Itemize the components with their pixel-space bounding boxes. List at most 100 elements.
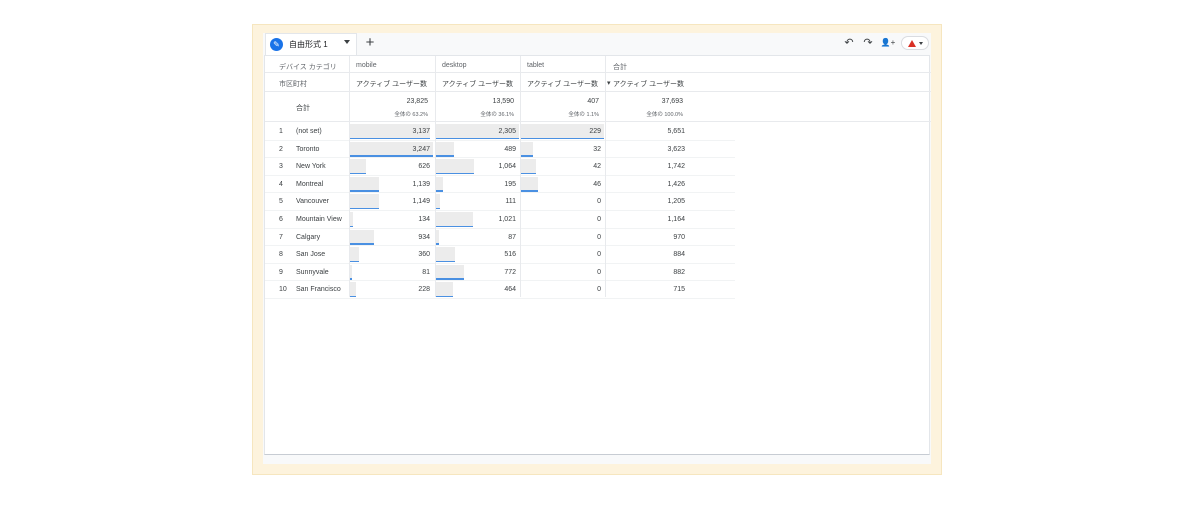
city-cell: Calgary xyxy=(296,233,321,241)
value-cell: 970 xyxy=(673,233,685,241)
total-share: 全体の 63.2% xyxy=(394,112,428,118)
value-bar xyxy=(350,176,380,192)
tab-freeform-1[interactable]: ✎ 自由形式 1 xyxy=(265,33,357,55)
table-row[interactable]: 1 (not set) 3,137 2,305 229 5,651 xyxy=(265,123,931,141)
value-bar xyxy=(436,159,475,174)
grid-line xyxy=(265,280,735,282)
row-index: 10 xyxy=(279,286,287,294)
value-cell: 46 xyxy=(593,180,601,188)
value-bar xyxy=(521,159,537,174)
value-cell: 3,137 xyxy=(412,128,430,135)
value-cell: 87 xyxy=(508,233,516,241)
share-user-icon[interactable]: 👤+ xyxy=(880,36,896,50)
value-bar xyxy=(350,247,360,262)
table-row[interactable]: 8 San Jose 360 516 0 884 xyxy=(265,246,931,264)
chevron-down-icon[interactable] xyxy=(344,40,350,44)
value-bar xyxy=(521,141,533,157)
value-cell: 1,064 xyxy=(498,163,516,171)
grid-line xyxy=(435,56,436,297)
value-cell: 81 xyxy=(422,268,430,276)
value-bar xyxy=(350,229,374,245)
city-cell: Vancouver xyxy=(296,198,329,206)
value-bar xyxy=(350,194,380,209)
value-cell: 1,742 xyxy=(667,163,685,171)
value-bar xyxy=(436,264,464,280)
value-cell: 229 xyxy=(589,128,601,135)
table-row[interactable]: 2 Toronto 3,247 489 32 3,623 xyxy=(265,141,931,159)
table-row[interactable]: 4 Montreal 1,139 195 46 1,426 xyxy=(265,176,931,194)
grid-line xyxy=(265,121,931,122)
grid-line xyxy=(265,192,735,194)
value-cell: 360 xyxy=(418,251,430,259)
add-tab-button[interactable]: + xyxy=(361,34,379,52)
metric-header-total[interactable]: アクティブ ユーザー数 xyxy=(613,79,684,89)
value-cell: 228 xyxy=(418,286,430,294)
grid-line xyxy=(265,210,735,211)
table-row[interactable]: 7 Calgary 934 87 0 970 xyxy=(265,229,931,247)
row-dimension-header[interactable]: 市区町村 xyxy=(279,79,307,89)
grid-line xyxy=(265,157,735,159)
table-row[interactable]: 3 New York 626 1,064 42 1,742 xyxy=(265,158,931,176)
value-cell: 32 xyxy=(593,145,601,153)
row-index: 6 xyxy=(279,216,283,223)
value-cell: 0 xyxy=(597,216,601,223)
undo-icon[interactable]: ↶ xyxy=(842,36,856,50)
value-cell: 626 xyxy=(418,163,430,171)
value-cell: 1,139 xyxy=(412,180,430,188)
total-share: 全体の 36.1% xyxy=(480,112,514,118)
metric-header-tablet[interactable]: アクティブ ユーザー数 xyxy=(527,79,598,89)
screenshot-frame: ✎ 自由形式 1 + ↶ ↷ 👤+ デバイス カテゴリ mobile deskt… xyxy=(252,24,942,475)
value-cell: 516 xyxy=(504,251,516,259)
value-cell: 715 xyxy=(673,286,685,294)
city-cell: San Francisco xyxy=(296,286,341,294)
pencil-icon: ✎ xyxy=(270,38,283,51)
total-value: 23,825 xyxy=(406,98,428,105)
grid-line xyxy=(349,56,350,297)
exploration-panel: ✎ 自由形式 1 + ↶ ↷ 👤+ デバイス カテゴリ mobile deskt… xyxy=(263,33,931,464)
table-row[interactable]: 5 Vancouver 1,149 111 0 1,205 xyxy=(265,193,931,211)
row-index: 5 xyxy=(279,198,283,206)
warning-button[interactable] xyxy=(901,36,929,50)
column-header-desktop[interactable]: desktop xyxy=(442,62,467,69)
column-header-tablet[interactable]: tablet xyxy=(527,62,544,69)
metric-header-desktop[interactable]: アクティブ ユーザー数 xyxy=(442,79,513,89)
value-cell: 772 xyxy=(504,268,516,276)
value-bar xyxy=(350,212,354,227)
row-index: 8 xyxy=(279,251,283,259)
grid-line xyxy=(265,298,735,299)
value-bar xyxy=(436,247,455,262)
value-bar xyxy=(436,141,454,157)
city-cell: Toronto xyxy=(296,145,320,153)
grid-line xyxy=(520,56,521,297)
table-row[interactable]: 6 Mountain View 134 1,021 0 1,164 xyxy=(265,211,931,229)
value-cell: 0 xyxy=(597,198,601,206)
table-row[interactable]: 9 Sunnyvale 81 772 0 882 xyxy=(265,264,931,282)
value-cell: 3,623 xyxy=(667,145,685,153)
grid-line xyxy=(605,56,606,297)
grid-line xyxy=(265,91,931,92)
value-cell: 1,164 xyxy=(667,216,685,223)
row-index: 2 xyxy=(279,145,283,153)
column-header-total[interactable]: 合計 xyxy=(613,62,627,72)
metric-header-mobile[interactable]: アクティブ ユーザー数 xyxy=(356,79,427,89)
dimension-header[interactable]: デバイス カテゴリ xyxy=(279,62,337,72)
value-bar xyxy=(436,282,453,297)
value-cell: 1,021 xyxy=(498,216,516,223)
row-index: 4 xyxy=(279,180,283,188)
redo-icon[interactable]: ↷ xyxy=(861,36,875,50)
value-bar xyxy=(436,229,440,245)
value-cell: 3,247 xyxy=(412,145,430,153)
value-cell: 111 xyxy=(505,198,516,206)
grid-line xyxy=(265,227,735,229)
total-value: 37,693 xyxy=(661,98,683,105)
column-header-mobile[interactable]: mobile xyxy=(356,62,377,69)
value-bar xyxy=(350,264,353,280)
totals-label: 合計 xyxy=(296,105,310,112)
city-cell: New York xyxy=(296,163,326,171)
value-bar xyxy=(521,176,538,192)
value-cell: 0 xyxy=(597,233,601,241)
sort-indicator-icon[interactable]: ▾ xyxy=(607,79,611,87)
value-bar xyxy=(350,282,356,297)
table-row[interactable]: 10 San Francisco 228 464 0 715 xyxy=(265,281,931,299)
grid-line xyxy=(265,174,735,176)
